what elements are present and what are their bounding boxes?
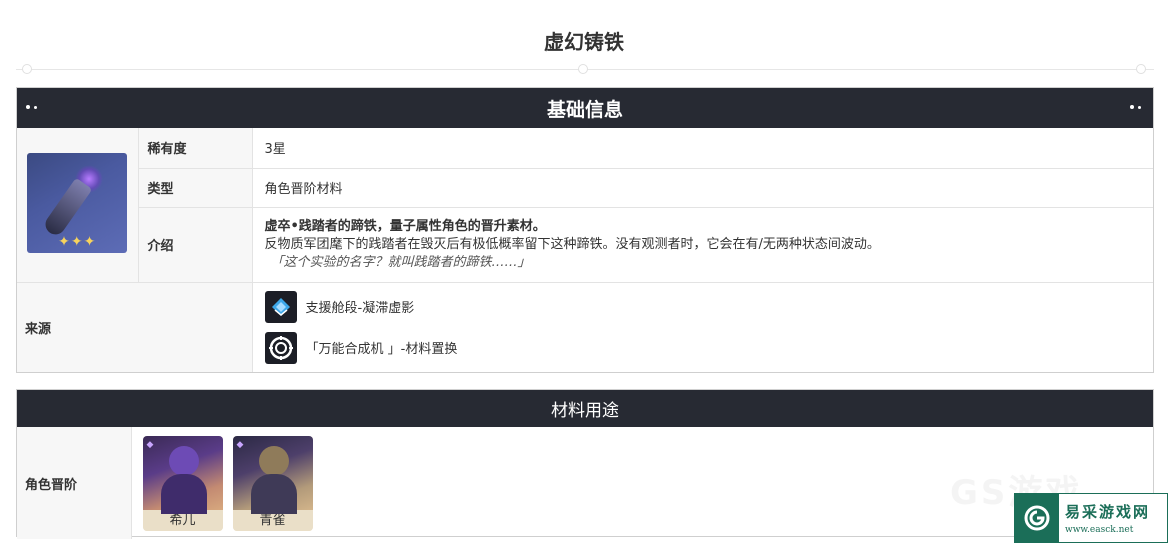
character-card-qingque[interactable]: ◆ 青雀 <box>232 435 313 531</box>
intro-label: 介绍 <box>138 207 253 283</box>
synthesizer-icon <box>264 331 297 364</box>
source-label: 来源 <box>17 282 253 372</box>
intro-quote: 「这个实验的名字？就叫践踏者的蹄铁……」 <box>270 254 531 270</box>
rarity-value: 3星 <box>252 128 1153 169</box>
intro-description: 反物质军团麾下的践踏者在毁灭后有极低概率留下这种蹄铁。没有观测者时，它会在有/无… <box>264 236 880 252</box>
source-item-synthesizer[interactable]: 「万能合成机 」-材料置换 <box>253 327 1154 368</box>
site-logo-icon <box>1015 494 1059 542</box>
quantum-element-icon: ◆ <box>236 439 244 450</box>
quantum-element-icon: ◆ <box>146 439 154 450</box>
page-title: 虚幻铸铁 <box>544 30 624 54</box>
basic-info-card: 基础信息 ✦✦✦ 稀有度 3星 类型 角色晋阶材料 介绍 虚卒•践踏者的蹄铁，量… <box>16 87 1154 373</box>
divider-ornament-right <box>1136 64 1146 74</box>
type-label: 类型 <box>138 168 253 208</box>
character-portrait: ◆ <box>142 435 223 514</box>
intro-value: 虚卒•践踏者的蹄铁，量子属性角色的晋升素材。 反物质军团麾下的践踏者在毁灭后有极… <box>252 207 1153 283</box>
source-value: 支援舱段-凝滞虚影 「万能合成机 」-材料置换 <box>252 282 1153 372</box>
basic-info-title: 基础信息 <box>546 98 623 121</box>
divider-ornament-center <box>578 64 588 74</box>
divider-ornament-left <box>22 64 32 74</box>
header-dots-left <box>26 105 40 111</box>
horseshoe-shard-icon: ✦✦✦ <box>27 152 128 253</box>
intro-summary: 虚卒•践踏者的蹄铁，量子属性角色的晋升素材。 <box>264 218 546 234</box>
usage-title: 材料用途 <box>551 401 619 421</box>
basic-info-header: 基础信息 <box>17 88 1153 128</box>
watermark-url: www.easck.net <box>1065 525 1134 535</box>
source-synthesizer-text: 「万能合成机 」-材料置换 <box>305 342 458 358</box>
rarity-stars: ✦✦✦ <box>58 233 97 250</box>
header-dots-right <box>1130 105 1144 111</box>
source-item-support-stage[interactable]: 支援舱段-凝滞虚影 <box>253 286 1154 327</box>
item-thumbnail-cell: ✦✦✦ <box>17 128 139 283</box>
character-card-seele[interactable]: ◆ 希儿 <box>142 435 223 531</box>
source-support-stage-text: 支援舱段-凝滞虚影 <box>305 301 415 317</box>
character-ascension-label: 角色晋阶 <box>17 427 132 539</box>
rarity-label: 稀有度 <box>138 128 253 169</box>
basic-info-table: ✦✦✦ 稀有度 3星 类型 角色晋阶材料 介绍 虚卒•践踏者的蹄铁，量子属性角色… <box>17 128 1153 372</box>
watermark-site-name: 易采游戏网 <box>1065 503 1151 521</box>
support-stage-icon <box>264 290 297 323</box>
usage-header: 材料用途 <box>17 390 1153 427</box>
site-watermark: 易采游戏网 www.easck.net <box>1014 493 1168 543</box>
usage-card: 材料用途 角色晋阶 ◆ 希儿 ◆ 青雀 <box>16 389 1154 539</box>
type-value: 角色晋阶材料 <box>252 168 1153 208</box>
character-portrait: ◆ <box>232 435 313 514</box>
